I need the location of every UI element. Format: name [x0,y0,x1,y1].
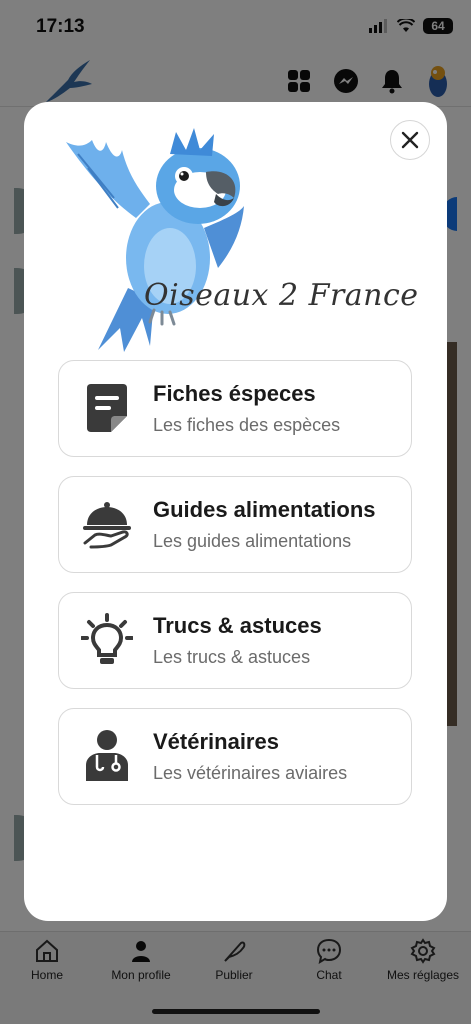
menu-item-subtitle: Les fiches des espèces [153,415,341,435]
close-icon [401,131,419,149]
brand-header: Oiseaux 2 France [58,128,418,354]
lightbulb-icon [81,613,133,667]
menu-item-title: Trucs & astuces [153,613,322,638]
menu-item-veterinaires[interactable]: Vétérinaires Les vétérinaires aviaires [58,708,412,805]
home-indicator [152,1009,320,1014]
brand-name: Oiseaux 2 France [144,278,419,313]
food-tray-icon [81,497,133,551]
menu-item-fiches-especes[interactable]: Fiches éspeces Les fiches des espèces [58,360,412,457]
menu-modal: Oiseaux 2 France Fiches éspeces Les fich… [24,102,447,921]
menu-item-subtitle: Les guides alimentations [153,531,352,551]
menu-item-subtitle: Les trucs & astuces [153,647,311,667]
menu-item-guides-alimentations[interactable]: Guides alimentations Les guides alimenta… [58,476,412,573]
doctor-icon [81,729,133,783]
menu-item-title: Fiches éspeces [153,381,316,406]
menu-item-subtitle: Les vétérinaires aviaires [153,763,348,783]
menu-item-title: Vétérinaires [153,729,279,754]
document-icon [81,381,133,435]
menu-item-title: Guides alimentations [153,497,376,522]
parrot-mascot-image [66,128,244,352]
menu-item-trucs-astuces[interactable]: Trucs & astuces Les trucs & astuces [58,592,412,689]
